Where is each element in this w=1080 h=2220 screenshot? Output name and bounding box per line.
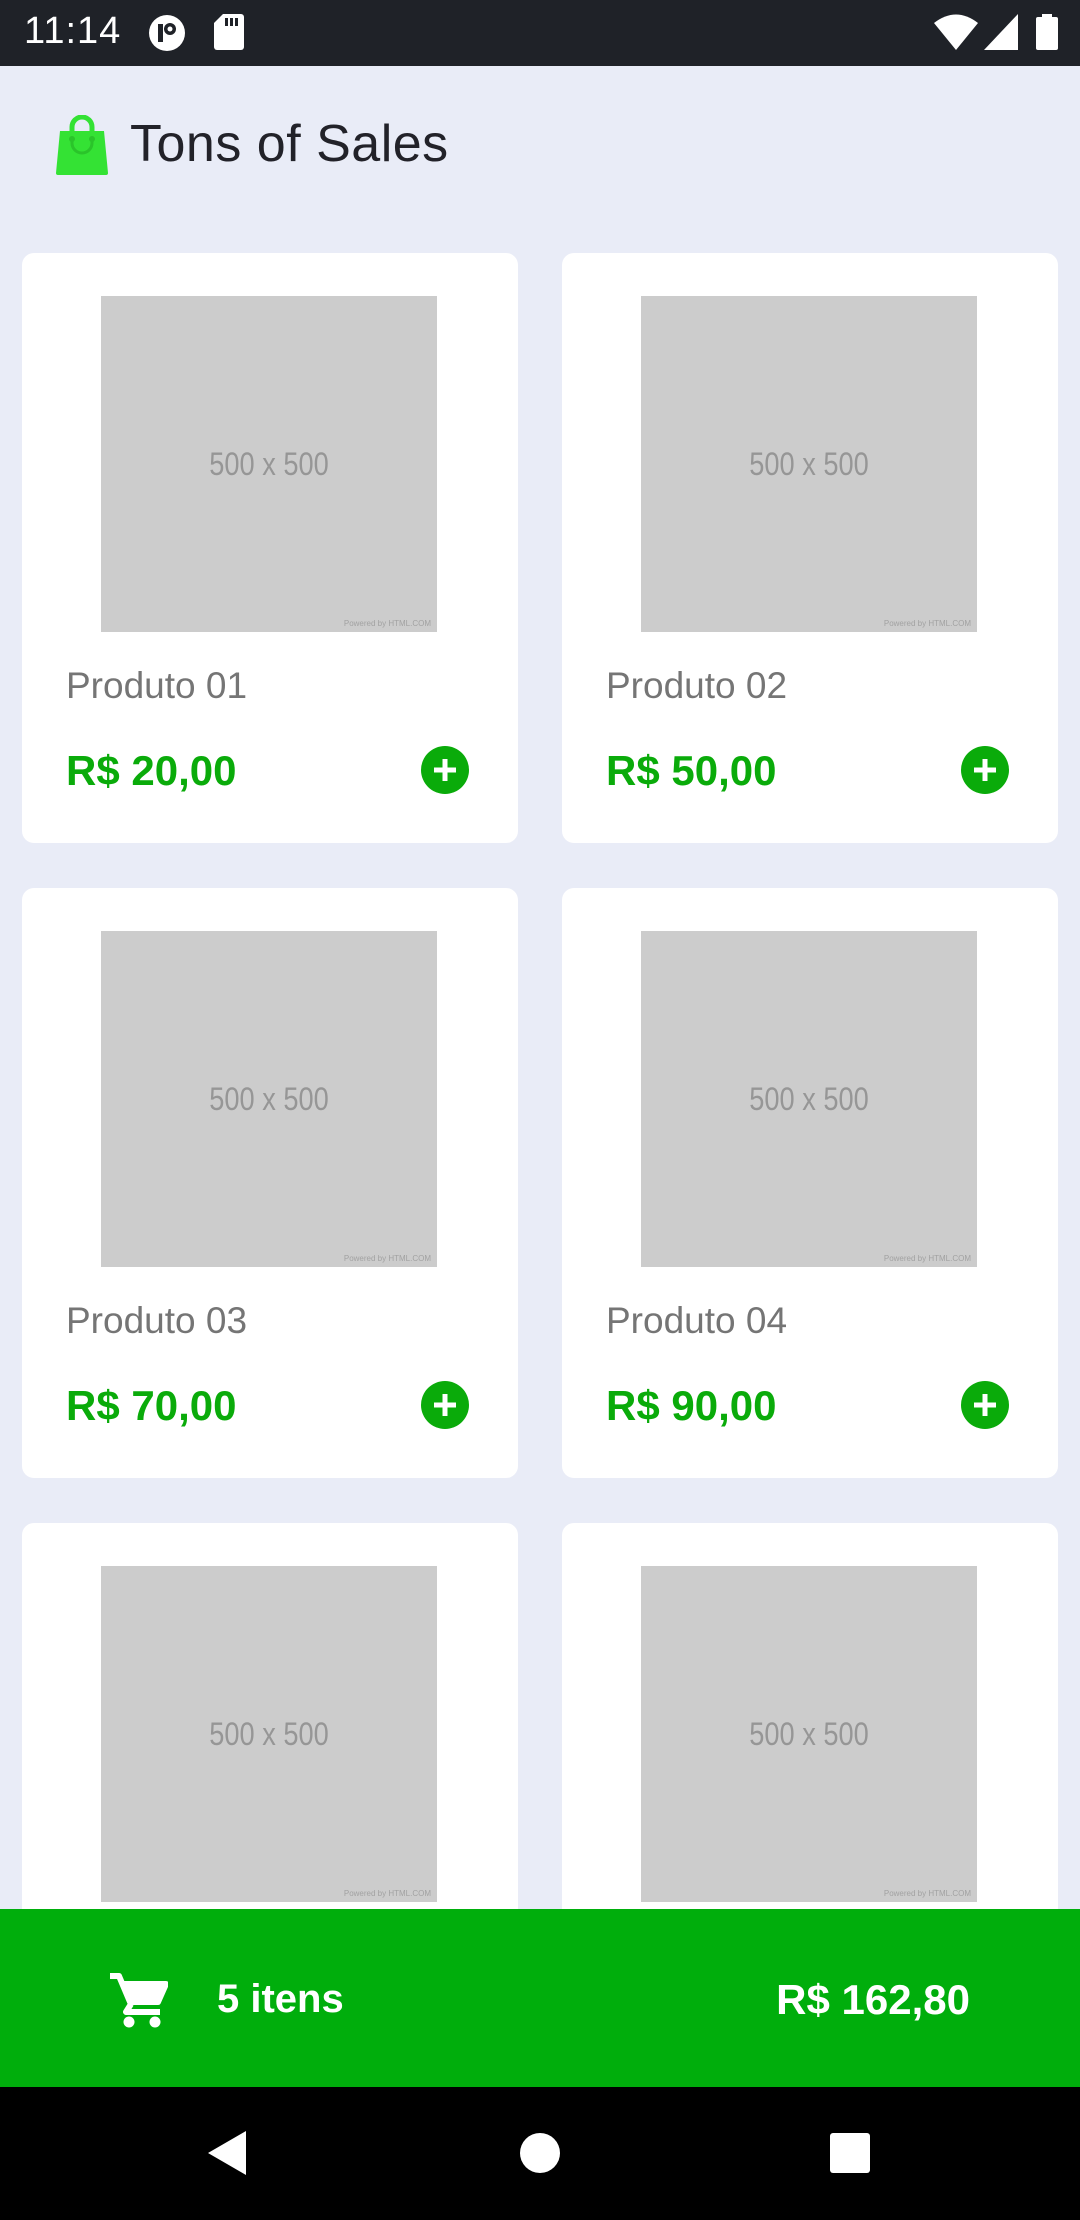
image-credit: Powered by HTML.COM <box>343 1254 431 1263</box>
shopping-cart-icon <box>110 1972 169 2028</box>
home-icon <box>520 2133 560 2173</box>
cart-item-count: 5 itens <box>217 1977 344 2021</box>
product-name: Produto 02 <box>606 665 788 706</box>
image-credit: Powered by HTML.COM <box>343 1889 431 1898</box>
shopping-bag-icon <box>56 114 108 175</box>
product-image: 500 x 500 Powered by HTML.COM <box>101 1566 437 1902</box>
product-card[interactable]: 500 x 500 Powered by HTML.COM Produto 01… <box>22 253 518 843</box>
product-image: 500 x 500 Powered by HTML.COM <box>641 931 977 1267</box>
product-price: R$ 20,00 <box>66 747 237 794</box>
add-to-cart-button[interactable] <box>961 746 1009 794</box>
plus-icon <box>974 1394 996 1416</box>
battery-icon <box>1036 14 1058 55</box>
plus-icon <box>434 1394 456 1416</box>
back-button[interactable] <box>200 2123 260 2183</box>
plus-icon <box>434 759 456 781</box>
page-title: Tons of Sales <box>130 115 449 173</box>
image-placeholder-text: 500 x 500 <box>749 445 869 482</box>
image-credit: Powered by HTML.COM <box>343 619 431 628</box>
product-image: 500 x 500 Powered by HTML.COM <box>641 1566 977 1902</box>
image-credit: Powered by HTML.COM <box>883 619 971 628</box>
product-name: Produto 03 <box>66 1300 248 1341</box>
product-card[interactable]: 500 x 500 Powered by HTML.COM Produto 04… <box>562 888 1058 1478</box>
product-price: R$ 90,00 <box>606 1382 777 1429</box>
home-button[interactable] <box>510 2123 570 2183</box>
product-image: 500 x 500 Powered by HTML.COM <box>101 931 437 1267</box>
plus-icon <box>974 759 996 781</box>
recents-icon <box>830 2133 870 2173</box>
product-grid: 500 x 500 Powered by HTML.COM Produto 01… <box>0 253 1080 1909</box>
app-header: Tons of Sales <box>0 66 1080 246</box>
system-nav-bar <box>0 2087 1080 2220</box>
add-to-cart-button[interactable] <box>421 746 469 794</box>
status-bar: 11:14 <box>0 0 1080 66</box>
product-name: Produto 04 <box>606 1300 788 1341</box>
image-placeholder-text: 500 x 500 <box>749 1715 869 1752</box>
product-card[interactable]: 500 x 500 Powered by HTML.COM <box>562 1523 1058 1909</box>
cart-summary-bar[interactable]: 5 itens R$ 162,80 <box>0 1909 1080 2087</box>
status-time: 11:14 <box>24 10 122 52</box>
cart-total: R$ 162,80 <box>776 1976 970 2023</box>
product-card[interactable]: 500 x 500 Powered by HTML.COM <box>22 1523 518 1909</box>
product-price: R$ 50,00 <box>606 747 777 794</box>
product-image: 500 x 500 Powered by HTML.COM <box>641 296 977 632</box>
image-credit: Powered by HTML.COM <box>883 1889 971 1898</box>
recents-button[interactable] <box>820 2123 880 2183</box>
image-placeholder-text: 500 x 500 <box>209 445 329 482</box>
product-name: Produto 01 <box>66 665 248 706</box>
image-placeholder-text: 500 x 500 <box>749 1080 869 1117</box>
signal-icon <box>984 14 1018 55</box>
product-price: R$ 70,00 <box>66 1382 237 1429</box>
image-placeholder-text: 500 x 500 <box>209 1080 329 1117</box>
add-to-cart-button[interactable] <box>421 1381 469 1429</box>
app-notification-icon <box>148 14 186 57</box>
product-image: 500 x 500 Powered by HTML.COM <box>101 296 437 632</box>
product-card[interactable]: 500 x 500 Powered by HTML.COM Produto 02… <box>562 253 1058 843</box>
image-credit: Powered by HTML.COM <box>883 1254 971 1263</box>
product-card[interactable]: 500 x 500 Powered by HTML.COM Produto 03… <box>22 888 518 1478</box>
add-to-cart-button[interactable] <box>961 1381 1009 1429</box>
sd-card-icon <box>214 14 244 55</box>
back-icon <box>208 2131 246 2175</box>
wifi-icon <box>934 14 978 55</box>
image-placeholder-text: 500 x 500 <box>209 1715 329 1752</box>
